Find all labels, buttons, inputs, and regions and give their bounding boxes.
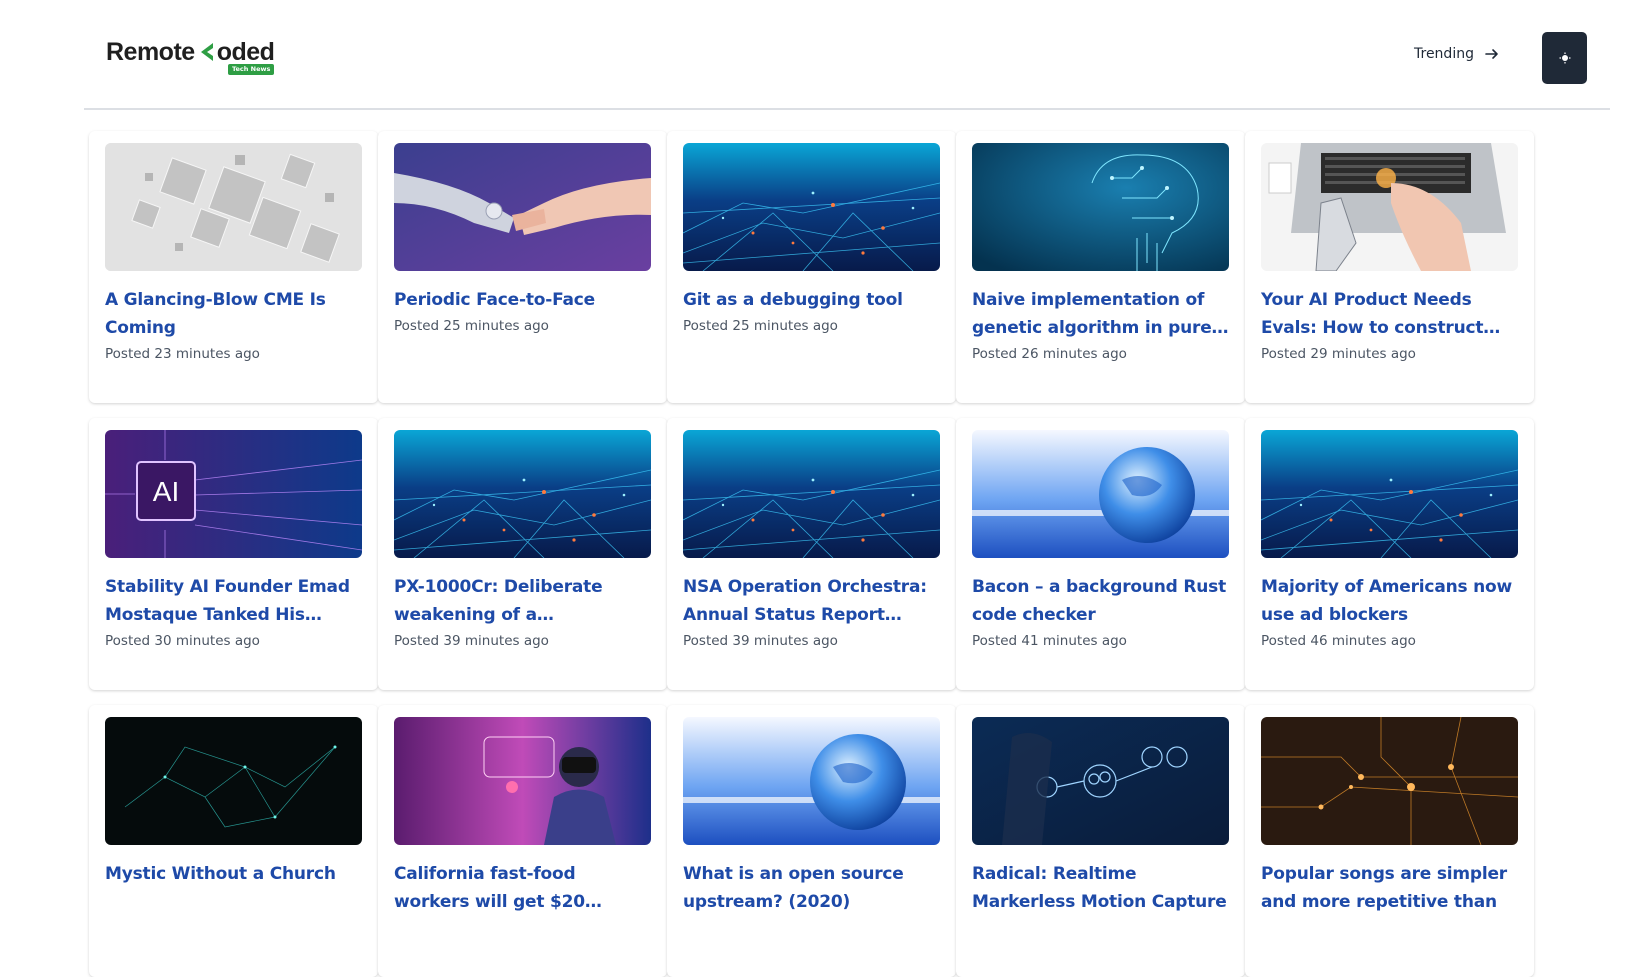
article-card[interactable]: PX-1000Cr: Deliberate weakening of a cry… <box>378 418 667 690</box>
article-thumbnail[interactable] <box>1261 143 1518 271</box>
article-posted-time: Posted 41 minutes ago <box>972 633 1127 649</box>
article-posted-time: Posted 39 minutes ago <box>683 633 838 649</box>
article-thumbnail[interactable] <box>105 143 362 271</box>
logo-tagline: Tech News <box>227 64 275 75</box>
article-title[interactable]: Mystic Without a Church <box>105 860 362 888</box>
article-title[interactable]: NSA Operation Orchestra: Annual Status R… <box>683 573 940 629</box>
article-posted-time: Posted 26 minutes ago <box>972 346 1127 362</box>
article-posted-time: Posted 39 minutes ago <box>394 633 549 649</box>
logo-text-remote: Remote <box>106 38 195 66</box>
article-posted-time: Posted 29 minutes ago <box>1261 346 1416 362</box>
article-card[interactable]: Periodic Face-to-Face Posted 25 minutes a… <box>378 131 667 403</box>
article-title[interactable]: Bacon – a background Rust code checker <box>972 573 1229 629</box>
article-card[interactable]: NSA Operation Orchestra: Annual Status R… <box>667 418 956 690</box>
article-thumbnail[interactable] <box>105 717 362 845</box>
svg-text:AI: AI <box>153 476 179 507</box>
theme-toggle-button[interactable] <box>1542 32 1587 84</box>
article-title[interactable]: Your AI Product Needs Evals: How to cons… <box>1261 286 1518 342</box>
article-thumbnail[interactable] <box>683 717 940 845</box>
article-thumbnail[interactable] <box>394 143 651 271</box>
article-card[interactable]: Your AI Product Needs Evals: How to cons… <box>1245 131 1534 403</box>
trending-link[interactable]: Trending <box>1414 46 1500 62</box>
trending-label: Trending <box>1414 46 1474 62</box>
article-thumbnail[interactable] <box>394 430 651 558</box>
article-thumbnail[interactable] <box>972 717 1229 845</box>
site-header: Remote oded Tech News Trending <box>84 0 1610 110</box>
article-thumbnail[interactable] <box>683 430 940 558</box>
article-posted-time: Posted 23 minutes ago <box>105 346 260 362</box>
article-posted-time: Posted 25 minutes ago <box>394 318 549 334</box>
article-title[interactable]: Popular songs are simpler and more repet… <box>1261 860 1518 916</box>
article-card[interactable]: Naive implementation of genetic algorith… <box>956 131 1245 403</box>
article-card[interactable]: A Glancing-Blow CME Is Coming Posted 23 m… <box>89 131 378 403</box>
article-thumbnail[interactable] <box>1261 430 1518 558</box>
article-title[interactable]: Radical: Realtime Markerless Motion Capt… <box>972 860 1229 916</box>
site-logo[interactable]: Remote oded Tech News <box>106 38 275 78</box>
article-title[interactable]: Majority of Americans now use ad blocker… <box>1261 573 1518 629</box>
article-thumbnail[interactable]: AI <box>105 430 362 558</box>
article-thumbnail[interactable] <box>394 717 651 845</box>
article-title[interactable]: A Glancing-Blow CME Is Coming <box>105 286 362 342</box>
article-title[interactable]: Naive implementation of genetic algorith… <box>972 286 1229 342</box>
article-thumbnail[interactable] <box>972 143 1229 271</box>
article-thumbnail[interactable] <box>1261 717 1518 845</box>
article-title[interactable]: Stability AI Founder Emad Mostaque Tanke… <box>105 573 362 629</box>
article-thumbnail[interactable] <box>972 430 1229 558</box>
article-card[interactable]: Bacon – a background Rust code checker Po… <box>956 418 1245 690</box>
article-card[interactable]: What is an open source upstream? (2020) <box>667 705 956 977</box>
article-posted-time: Posted 25 minutes ago <box>683 318 838 334</box>
article-card[interactable]: Mystic Without a Church <box>89 705 378 977</box>
article-card[interactable]: Radical: Realtime Markerless Motion Capt… <box>956 705 1245 977</box>
article-posted-time: Posted 46 minutes ago <box>1261 633 1416 649</box>
article-title[interactable]: Periodic Face-to-Face <box>394 286 651 314</box>
sun-icon <box>1559 52 1570 64</box>
article-title[interactable]: Git as a debugging tool <box>683 286 940 314</box>
article-card[interactable]: Git as a debugging tool Posted 25 minutes… <box>667 131 956 403</box>
article-posted-time: Posted 30 minutes ago <box>105 633 260 649</box>
article-title[interactable]: What is an open source upstream? (2020) <box>683 860 940 916</box>
article-title[interactable]: PX-1000Cr: Deliberate weakening of a cry… <box>394 573 651 629</box>
article-card[interactable]: California fast-food workers will get $2… <box>378 705 667 977</box>
article-card[interactable]: AI Stability AI Founder Emad Mostaque Ta… <box>89 418 378 690</box>
article-thumbnail[interactable] <box>683 143 940 271</box>
arrow-right-icon <box>1485 49 1498 59</box>
article-card[interactable]: Popular songs are simpler and more repet… <box>1245 705 1534 977</box>
article-title[interactable]: California fast-food workers will get $2… <box>394 860 651 916</box>
logo-text-coded: oded <box>216 38 275 66</box>
article-card[interactable]: Majority of Americans now use ad blocker… <box>1245 418 1534 690</box>
logo-chevron-icon <box>200 43 213 61</box>
